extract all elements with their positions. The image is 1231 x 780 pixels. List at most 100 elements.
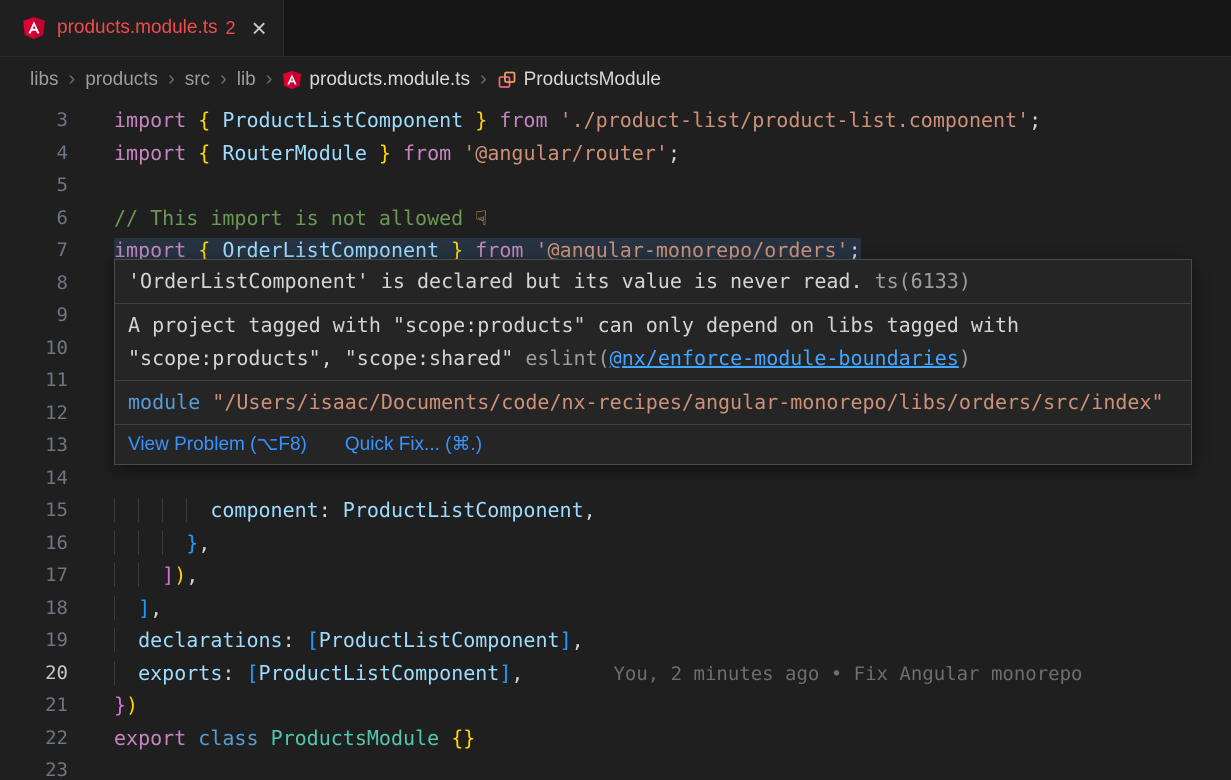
breadcrumb-item-products.module.ts[interactable]: products.module.ts <box>282 69 470 91</box>
code-token <box>186 726 198 750</box>
line-number: 5 <box>0 169 68 202</box>
line-number: 21 <box>0 689 68 722</box>
angular-icon <box>22 16 46 40</box>
code-token: '@angular/router' <box>463 141 668 165</box>
code-token: ) <box>126 693 138 717</box>
code-line-content: export class ProductsModule {} <box>68 722 475 755</box>
code-token: import <box>114 141 186 165</box>
line-number: 19 <box>0 624 68 657</box>
code-token: component <box>210 498 318 522</box>
code-token: ) <box>174 563 186 587</box>
code-token: class <box>198 726 258 750</box>
code-token: RouterModule <box>210 141 379 165</box>
code-token: export <box>114 726 186 750</box>
class-symbol-icon <box>497 70 517 90</box>
line-number: 15 <box>0 494 68 527</box>
breadcrumb-item-src[interactable]: src <box>185 69 210 91</box>
code-token: './product-list/product-list.component' <box>560 108 1030 132</box>
code-line-content <box>68 397 114 430</box>
code-line-14[interactable]: 14 <box>0 462 1231 495</box>
error-hover-tooltip: 'OrderListComponent' is declared but its… <box>114 259 1192 465</box>
code-token: {} <box>451 726 475 750</box>
code-token: ProductListComponent <box>319 628 560 652</box>
code-line-15[interactable]: 15 component: ProductListComponent, <box>0 494 1231 527</box>
code-token: , <box>198 531 210 555</box>
code-token: ProductListComponent <box>343 498 584 522</box>
code-token <box>114 596 138 620</box>
line-number: 18 <box>0 592 68 625</box>
code-line-content: component: ProductListComponent, <box>68 494 596 527</box>
code-line-content: import { RouterModule } from '@angular/r… <box>68 137 680 170</box>
breadcrumb-label: libs <box>30 69 59 91</box>
code-line-21[interactable]: 21}) <box>0 689 1231 722</box>
code-line-content: }) <box>68 689 138 722</box>
code-token: { <box>198 141 210 165</box>
tab-error-badge: 2 <box>226 18 236 39</box>
code-token: exports <box>138 661 222 685</box>
tab-bar: products.module.ts 2 × <box>0 0 1231 57</box>
close-icon[interactable]: × <box>252 15 267 41</box>
code-line-18[interactable]: 18 ], <box>0 592 1231 625</box>
line-number: 9 <box>0 299 68 332</box>
line-number: 14 <box>0 462 68 495</box>
code-line-17[interactable]: 17 ]), <box>0 559 1231 592</box>
code-token: { <box>198 108 210 132</box>
breadcrumb-separator-icon: › <box>168 68 175 91</box>
code-line-3[interactable]: 3import { ProductListComponent } from '.… <box>0 104 1231 137</box>
code-token: , <box>150 596 162 620</box>
code-line-content: declarations: [ProductListComponent], <box>68 624 584 657</box>
code-line-content <box>68 299 114 332</box>
code-token: ; <box>1029 108 1041 132</box>
code-token <box>114 531 186 555</box>
code-line-16[interactable]: 16 }, <box>0 527 1231 560</box>
code-token: , <box>186 563 198 587</box>
code-line-content: // This import is not allowed ☟ <box>68 202 487 235</box>
quick-fix-action[interactable]: Quick Fix... (⌘.) <box>345 433 482 456</box>
code-line-content <box>68 429 114 462</box>
code-token: } <box>114 693 126 717</box>
line-number: 6 <box>0 202 68 235</box>
code-line-content: import { ProductListComponent } from './… <box>68 104 1041 137</box>
breadcrumb-item-products[interactable]: products <box>85 69 158 91</box>
code-line-23[interactable]: 23 <box>0 754 1231 780</box>
code-line-content: exports: [ProductListComponent],You, 2 m… <box>68 657 1082 690</box>
code-token <box>234 661 246 685</box>
code-token: , <box>511 661 523 685</box>
code-token: : <box>283 628 295 652</box>
line-number: 17 <box>0 559 68 592</box>
breadcrumb-item-lib[interactable]: lib <box>237 69 256 91</box>
code-token <box>186 108 198 132</box>
code-line-content <box>68 754 114 780</box>
point-down-emoji-icon: ☟ <box>475 206 487 230</box>
code-line-6[interactable]: 6// This import is not allowed ☟ <box>0 202 1231 235</box>
code-line-19[interactable]: 19 declarations: [ProductListComponent], <box>0 624 1231 657</box>
code-line-content <box>68 169 114 202</box>
code-token: ProductListComponent <box>210 108 475 132</box>
code-line-content: ]), <box>68 559 198 592</box>
code-token <box>259 726 271 750</box>
breadcrumb-item-ProductsModule[interactable]: ProductsModule <box>497 69 661 91</box>
eslint-rule-link[interactable]: @nx/enforce-module-boundaries <box>610 346 959 370</box>
code-line-22[interactable]: 22export class ProductsModule {} <box>0 722 1231 755</box>
code-token <box>331 498 343 522</box>
code-token <box>295 628 307 652</box>
code-token: [ <box>246 661 258 685</box>
code-token <box>487 108 499 132</box>
line-number: 13 <box>0 429 68 462</box>
code-token: ) <box>959 346 971 370</box>
tab-products-module[interactable]: products.module.ts 2 × <box>0 0 284 56</box>
breadcrumb-separator-icon: › <box>480 68 487 91</box>
line-number: 16 <box>0 527 68 560</box>
line-number: 22 <box>0 722 68 755</box>
code-token: ProductsModule <box>271 726 440 750</box>
code-line-20[interactable]: 20 exports: [ProductListComponent],You, … <box>0 657 1231 690</box>
breadcrumb-item-libs[interactable]: libs <box>30 69 59 91</box>
line-number: 23 <box>0 754 68 780</box>
code-line-5[interactable]: 5 <box>0 169 1231 202</box>
code-line-4[interactable]: 4import { RouterModule } from '@angular/… <box>0 137 1231 170</box>
tooltip-status-bar: View Problem (⌥F8) Quick Fix... (⌘.) <box>115 425 1191 464</box>
code-token: from <box>403 141 451 165</box>
line-number: 8 <box>0 267 68 300</box>
view-problem-action[interactable]: View Problem (⌥F8) <box>128 433 307 456</box>
code-token <box>863 269 875 293</box>
